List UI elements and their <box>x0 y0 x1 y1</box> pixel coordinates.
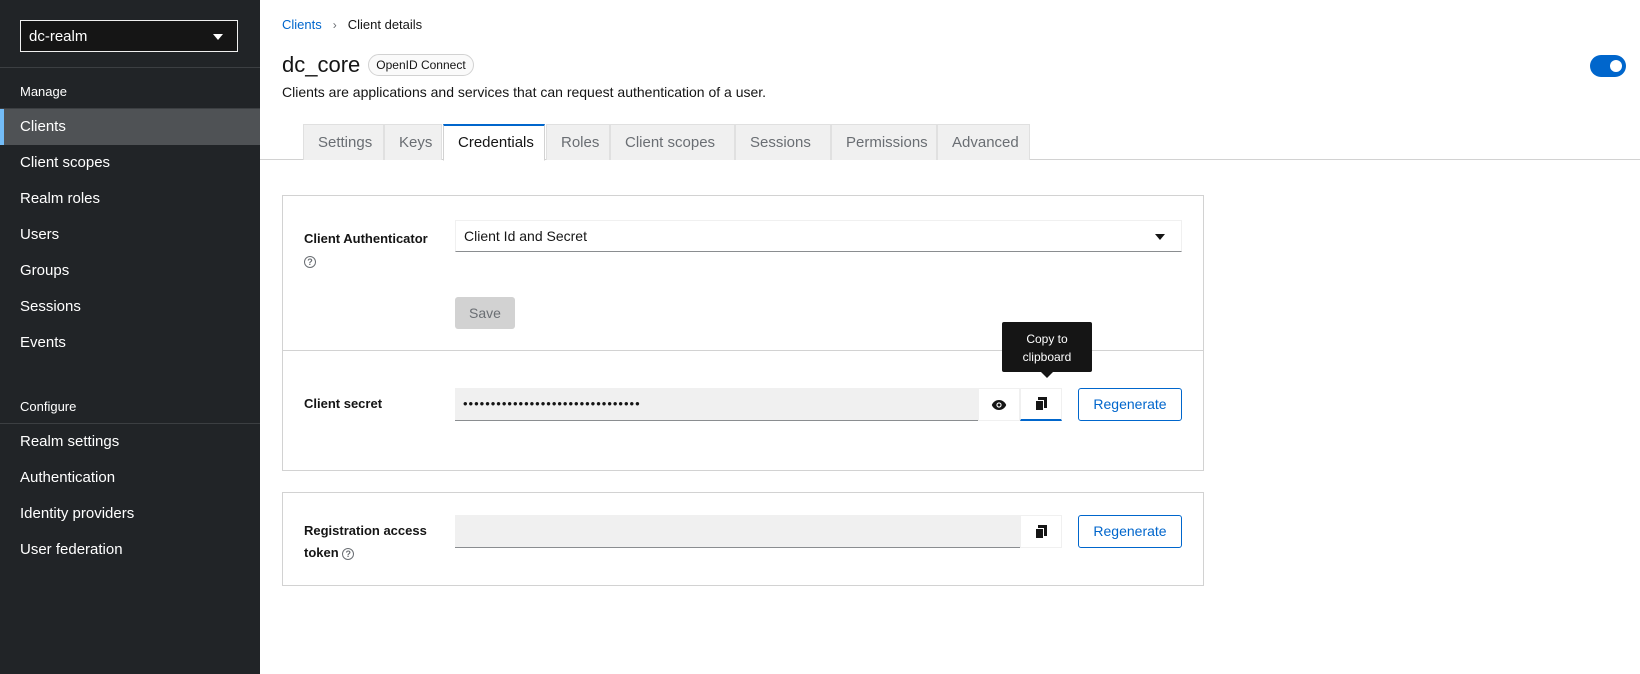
copy-icon <box>1035 397 1047 411</box>
registration-token-label: Registration access token ? <box>304 520 434 564</box>
sidebar-item-identity-providers[interactable]: Identity providers <box>0 496 260 532</box>
tab-advanced[interactable]: Advanced <box>937 124 1030 160</box>
client-enabled-toggle[interactable] <box>1590 55 1626 77</box>
client-authenticator-select[interactable]: Client Id and Secret <box>455 220 1182 252</box>
breadcrumb-clients-link[interactable]: Clients <box>282 17 322 32</box>
tooltip-arrow <box>1041 372 1053 378</box>
realm-selector-value: dc-realm <box>29 28 88 45</box>
client-secret-input[interactable]: •••••••••••••••••••••••••••••••• <box>455 388 978 421</box>
show-secret-button[interactable] <box>978 388 1020 421</box>
registration-token-input[interactable] <box>455 515 1020 548</box>
sidebar-divider <box>0 67 260 68</box>
caret-down-icon <box>1155 234 1165 240</box>
configure-section-title: Configure <box>20 399 77 414</box>
copy-secret-button[interactable] <box>1020 388 1062 421</box>
page-subtitle: Clients are applications and services th… <box>282 84 767 100</box>
sidebar-item-user-federation[interactable]: User federation <box>0 532 260 568</box>
copy-tooltip: Copy to clipboard <box>1002 322 1092 378</box>
tab-roles[interactable]: Roles <box>546 124 610 160</box>
sidebar-item-sessions[interactable]: Sessions <box>0 289 260 325</box>
sidebar-item-clients[interactable]: Clients <box>0 109 260 145</box>
tab-sessions[interactable]: Sessions <box>735 124 831 160</box>
tab-credentials[interactable]: Credentials <box>443 124 545 161</box>
main-content: Clients › Client details dc_core OpenID … <box>260 0 1640 674</box>
sidebar: dc-realm Manage Clients Client scopes Re… <box>0 0 260 674</box>
client-authenticator-value: Client Id and Secret <box>464 228 587 244</box>
eye-icon <box>991 399 1007 410</box>
copy-icon <box>1035 524 1047 539</box>
tab-keys[interactable]: Keys <box>384 124 442 160</box>
title-row: dc_core OpenID Connect <box>282 52 474 78</box>
tab-permissions[interactable]: Permissions <box>831 124 937 160</box>
copy-token-button[interactable] <box>1020 515 1062 548</box>
manage-section-title: Manage <box>20 84 67 99</box>
page-title: dc_core <box>282 52 361 77</box>
sidebar-item-realm-settings[interactable]: Realm settings <box>0 424 260 460</box>
protocol-badge: OpenID Connect <box>368 54 474 76</box>
tab-settings[interactable]: Settings <box>303 124 384 160</box>
client-authenticator-label-text: Client Authenticator <box>304 231 428 246</box>
caret-down-icon <box>213 34 223 40</box>
tab-client-scopes[interactable]: Client scopes <box>610 124 735 160</box>
regenerate-secret-button[interactable]: Regenerate <box>1078 388 1182 421</box>
client-secret-label: Client secret <box>304 396 383 411</box>
sidebar-item-users[interactable]: Users <box>0 217 260 253</box>
client-authenticator-label: Client Authenticator ? <box>304 228 434 272</box>
credentials-card: Client Authenticator ? Client Id and Sec… <box>282 195 1204 471</box>
registration-token-label-text: Registration access token <box>304 523 427 560</box>
registration-token-card: Registration access token ? Regenerate <box>282 492 1204 586</box>
breadcrumb-current: Client details <box>347 17 423 32</box>
regenerate-token-button[interactable]: Regenerate <box>1078 515 1182 548</box>
help-icon[interactable]: ? <box>342 548 355 560</box>
sidebar-item-groups[interactable]: Groups <box>0 253 260 289</box>
sidebar-item-authentication[interactable]: Authentication <box>0 460 260 496</box>
sidebar-item-client-scopes[interactable]: Client scopes <box>0 145 260 181</box>
copy-tooltip-text: Copy to clipboard <box>1022 332 1072 364</box>
sidebar-item-realm-roles[interactable]: Realm roles <box>0 181 260 217</box>
chevron-right-icon: › <box>332 17 337 32</box>
breadcrumb: Clients › Client details <box>282 17 422 32</box>
sidebar-item-events[interactable]: Events <box>0 325 260 361</box>
save-button[interactable]: Save <box>455 297 515 329</box>
help-icon[interactable]: ? <box>304 256 316 268</box>
realm-selector[interactable]: dc-realm <box>20 20 238 52</box>
toggle-knob <box>1610 60 1622 72</box>
